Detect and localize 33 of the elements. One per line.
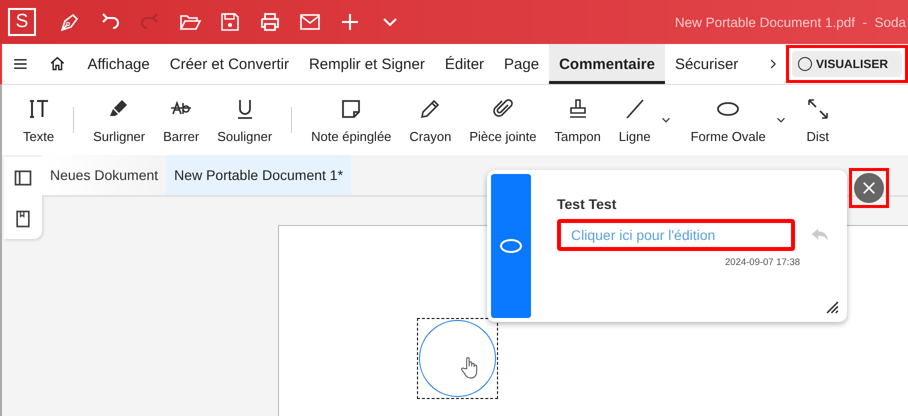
window-title: New Portable Document 1.pdf - Soda: [674, 14, 906, 30]
print-icon[interactable]: [258, 10, 282, 34]
toolbar-button[interactable]: Dist: [796, 96, 839, 144]
toolbar-button[interactable]: Ligne: [610, 96, 682, 144]
menu-tab[interactable]: Éditer: [434, 44, 494, 84]
toolbar-button[interactable]: Surligner: [84, 96, 154, 144]
toolbar-button[interactable]: Barrer: [154, 96, 208, 144]
save-icon[interactable]: [218, 10, 242, 34]
toolbar-button[interactable]: Forme Ovale: [682, 96, 797, 144]
menu-tab[interactable]: Commentaire: [549, 44, 665, 84]
visualiser-button[interactable]: VISUALISER: [792, 51, 902, 77]
toolbar-button[interactable]: Pièce jointe: [460, 96, 546, 144]
toolbar-button[interactable]: Souligner: [208, 96, 282, 144]
menu-tab[interactable]: Remplir et Signer: [298, 44, 435, 84]
sidebar-toggle-icon[interactable]: [13, 168, 33, 188]
menu-tab[interactable]: Créer et Convertir: [160, 44, 299, 84]
document-tab[interactable]: New Portable Document 1*: [166, 155, 352, 195]
menu-tab[interactable]: Affichage: [77, 44, 160, 84]
toolbar-button[interactable]: Crayon: [400, 96, 460, 144]
measure-icon: [806, 96, 830, 120]
toolbar-button[interactable]: Note épinglée: [302, 96, 400, 144]
app-logo[interactable]: S: [8, 8, 36, 36]
menu-tab[interactable]: Page: [494, 44, 550, 84]
comment-timestamp: 2024-09-07 17:38: [725, 257, 802, 268]
oval-icon: [499, 238, 523, 254]
toolbar-button[interactable]: Tampon: [546, 96, 610, 144]
comment-author: Test Test: [557, 196, 618, 212]
resize-grip-icon[interactable]: [826, 301, 839, 314]
menu-tab[interactable]: Sécuriser: [664, 44, 748, 84]
document-tab[interactable]: Neues Dokument: [42, 155, 166, 195]
hand-cursor-icon: [460, 355, 480, 381]
oval-annotation[interactable]: [417, 318, 498, 399]
toolbar-button[interactable]: Texte: [14, 96, 64, 144]
